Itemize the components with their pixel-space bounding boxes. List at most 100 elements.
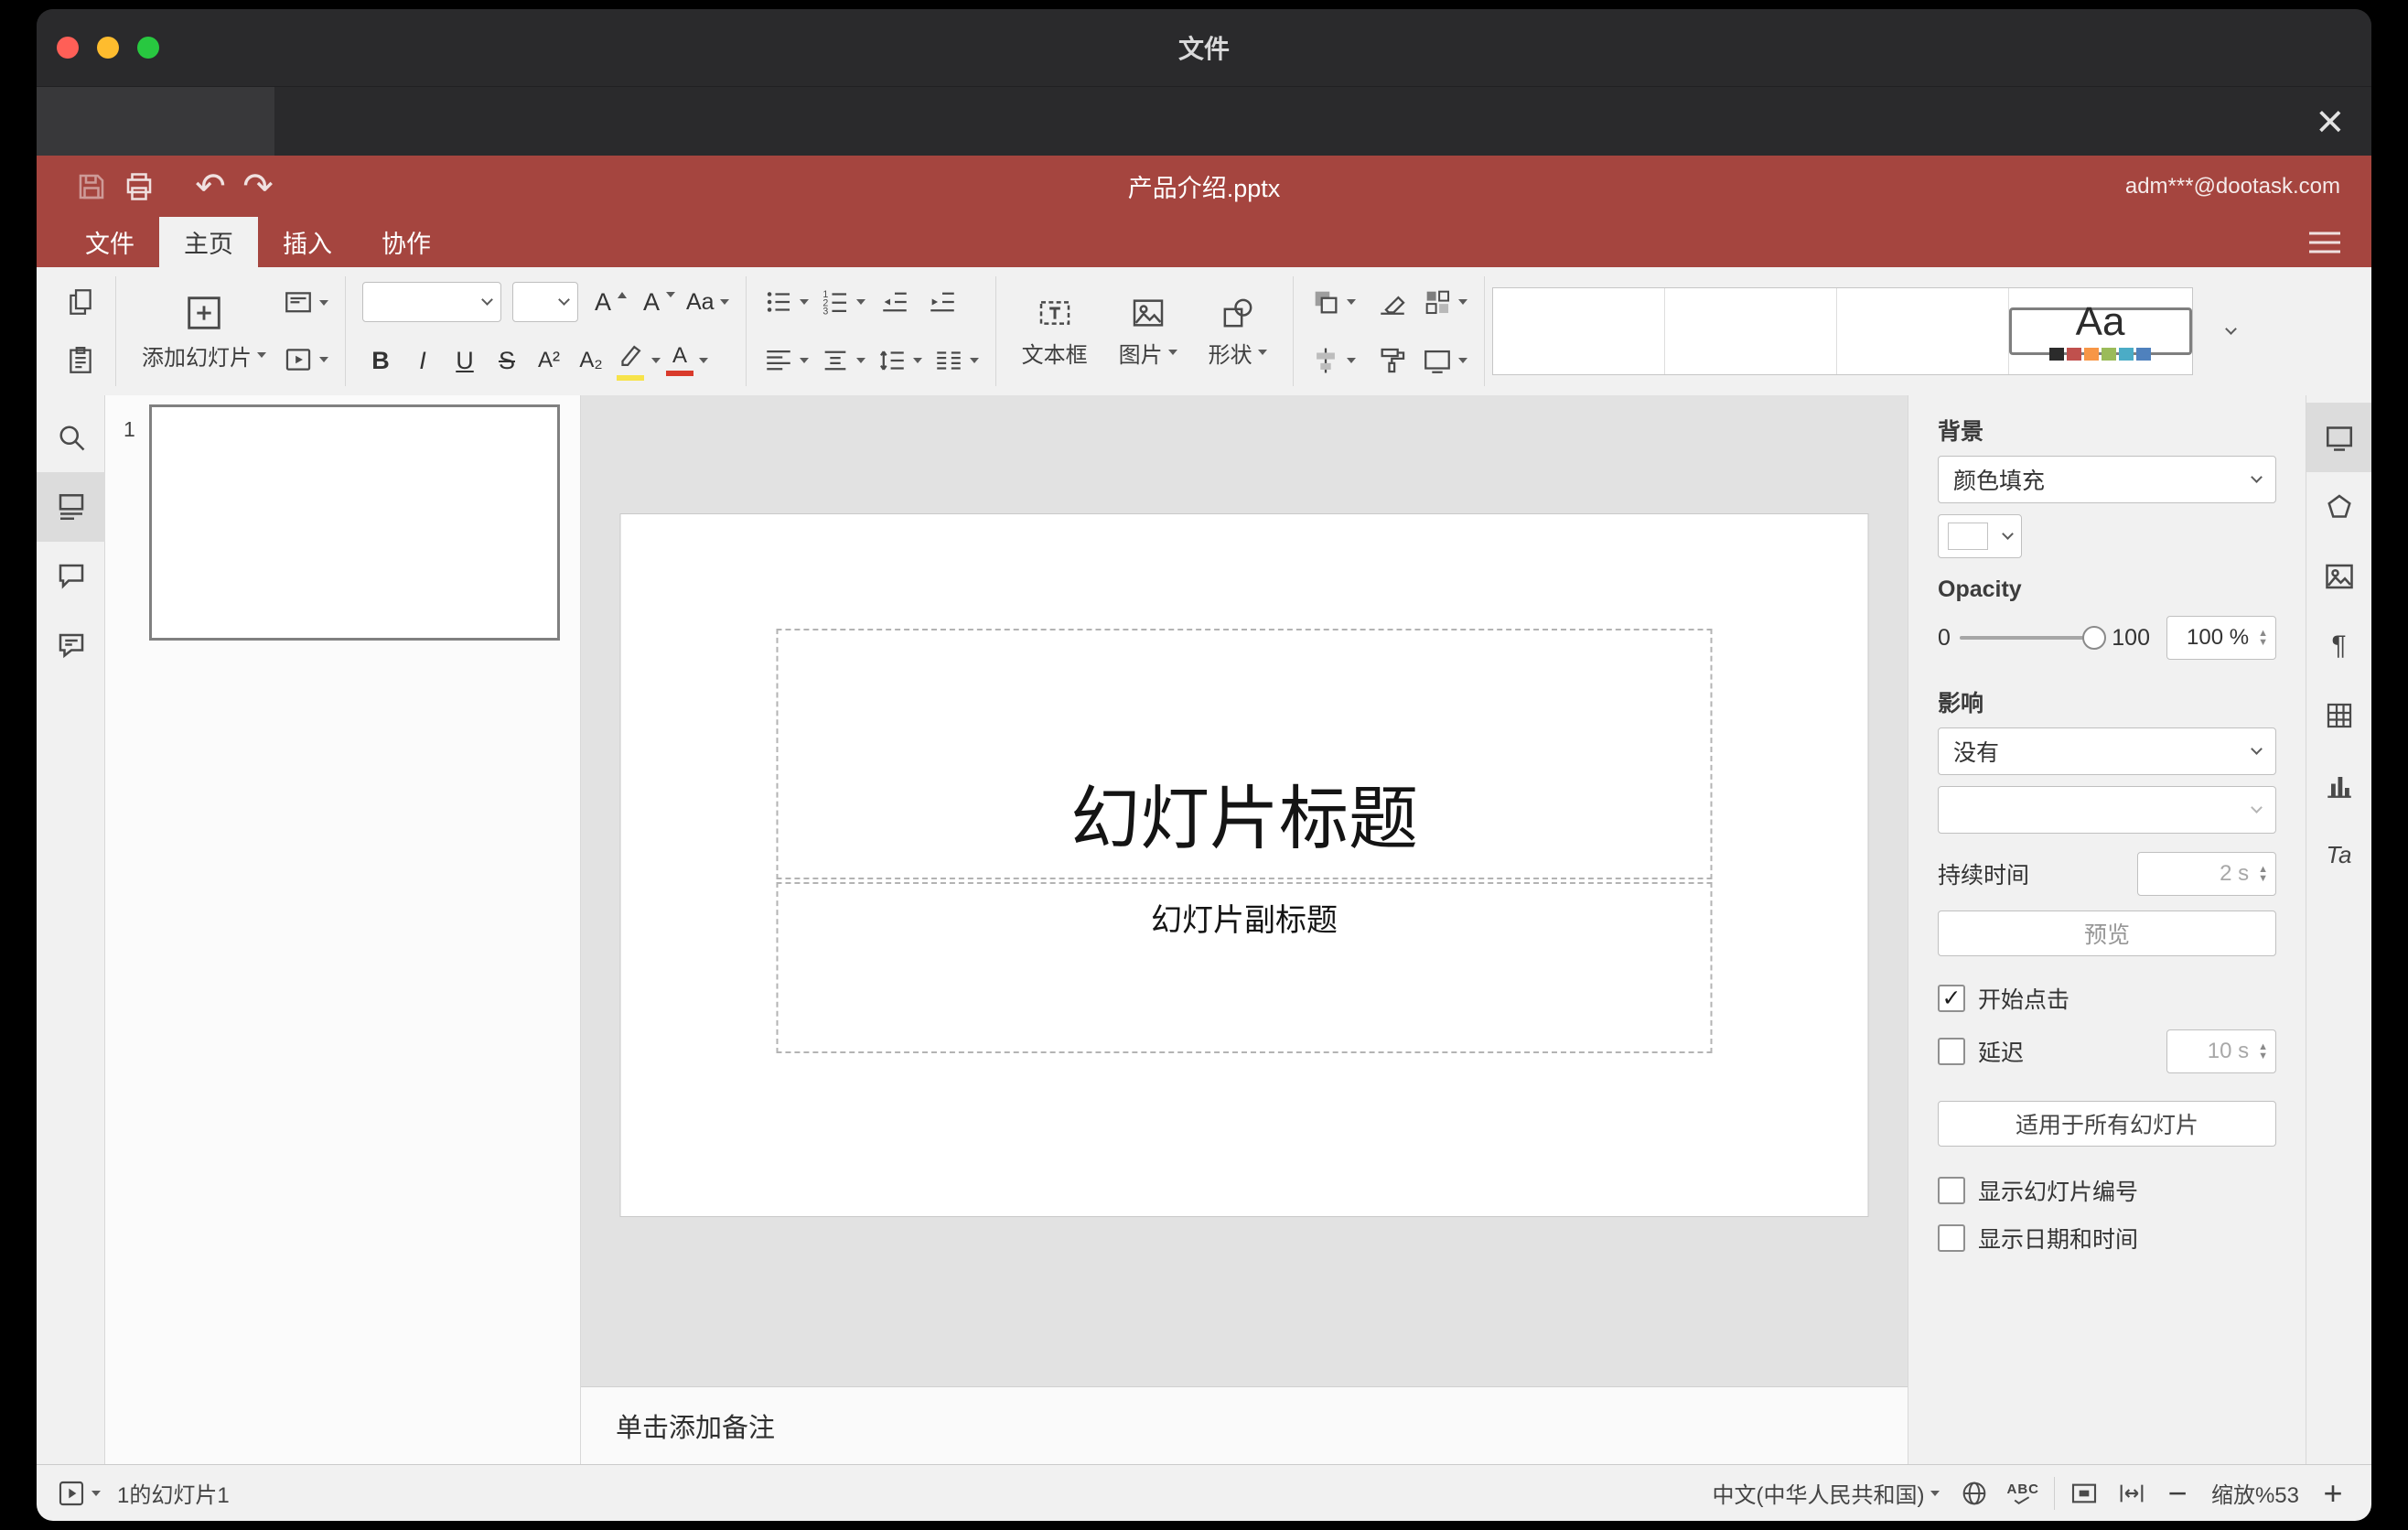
duration-spinner[interactable]: 2 s ▲ ▼ — [2137, 852, 2276, 896]
notes-area[interactable]: 单击添加备注 — [581, 1386, 1908, 1464]
add-slide-button[interactable]: 添加幻灯片 — [133, 292, 275, 372]
copy-style-button[interactable] — [1374, 339, 1411, 382]
paste-button[interactable] — [62, 339, 99, 382]
font-name-select[interactable] — [362, 282, 501, 322]
undo-button[interactable]: ↶ — [187, 163, 234, 210]
menu-button[interactable] — [2309, 232, 2340, 253]
bold-button[interactable]: B — [362, 339, 399, 382]
shape-button[interactable]: 形状 — [1199, 295, 1276, 369]
traffic-minimize-button[interactable] — [97, 37, 119, 59]
sidebar-slides-button[interactable] — [37, 472, 105, 542]
zoom-out-button[interactable]: − — [2159, 1476, 2196, 1510]
image-label: 图片 — [1118, 342, 1163, 368]
align-button[interactable] — [763, 339, 809, 382]
slide-thumbnail[interactable] — [149, 404, 560, 641]
increase-font-button[interactable]: A — [589, 280, 627, 324]
chart-settings-button[interactable] — [2306, 750, 2371, 820]
show-slide-number-label: 显示幻灯片编号 — [1978, 1180, 2139, 1205]
shape-settings-icon — [2327, 494, 2351, 518]
decrease-indent-button[interactable] — [876, 280, 913, 324]
language-select[interactable]: 中文(中华人民共和国) — [1713, 1477, 1940, 1509]
delay-checkbox[interactable] — [1938, 1038, 1965, 1065]
document-language-button[interactable] — [1960, 1479, 1989, 1508]
clear-style-button[interactable] — [1374, 280, 1411, 324]
slide[interactable]: 幻灯片标题 幻灯片副标题 — [620, 514, 1868, 1216]
slide-settings-button[interactable] — [2306, 403, 2371, 472]
arrange-shape-button[interactable] — [1310, 280, 1356, 324]
font-color-button[interactable]: A — [666, 339, 708, 382]
slide-size-button[interactable] — [1422, 339, 1467, 382]
tab-home[interactable]: 主页 — [159, 217, 258, 267]
align-shape-button[interactable] — [1310, 339, 1356, 382]
theme-item[interactable] — [1664, 288, 1837, 374]
shape-settings-button[interactable] — [2306, 472, 2371, 542]
subscript-button[interactable]: A₂ — [573, 339, 609, 382]
theme-item[interactable] — [1492, 288, 1665, 374]
opacity-slider-knob[interactable] — [2082, 626, 2107, 650]
textart-settings-button[interactable]: Ta — [2306, 820, 2371, 889]
opacity-min-label: 0 — [1938, 624, 1951, 651]
line-spacing-button[interactable] — [876, 339, 922, 382]
color-scheme-button[interactable] — [1422, 280, 1467, 324]
vertical-align-button[interactable] — [820, 339, 865, 382]
title-placeholder[interactable]: 幻灯片标题 — [776, 629, 1713, 879]
spellcheck-button[interactable]: ABC — [2007, 1482, 2040, 1504]
theme-item[interactable] — [1836, 288, 2009, 374]
subtitle-placeholder[interactable]: 幻灯片副标题 — [776, 882, 1713, 1053]
italic-button[interactable]: I — [404, 339, 441, 382]
sidebar-comments-button[interactable] — [37, 542, 105, 611]
save-button[interactable] — [68, 163, 115, 210]
fit-slide-button[interactable] — [2069, 1479, 2099, 1508]
spinner-arrows-icon[interactable]: ▲ ▼ — [2258, 629, 2268, 648]
theme-item-selected[interactable]: Aa — [2008, 302, 2192, 361]
slide-layout-button[interactable] — [283, 281, 328, 325]
slide-canvas[interactable]: 幻灯片标题 幻灯片副标题 — [581, 395, 1908, 1386]
image-settings-button[interactable] — [2306, 542, 2371, 611]
traffic-close-button[interactable] — [57, 37, 79, 59]
decrease-font-button[interactable]: A — [638, 280, 675, 324]
close-icon[interactable]: × — [2317, 98, 2344, 145]
change-case-button[interactable]: Aa — [686, 280, 729, 324]
columns-button[interactable] — [933, 339, 979, 382]
delay-spinner[interactable]: 10 s ▲ ▼ — [2166, 1029, 2276, 1073]
effect-select[interactable]: 没有 — [1938, 727, 2276, 775]
strikethrough-button[interactable]: S — [489, 339, 525, 382]
tab-file[interactable]: 文件 — [60, 217, 159, 267]
apply-all-button[interactable]: 适用于所有幻灯片 — [1938, 1101, 2276, 1147]
start-slideshow-button[interactable] — [283, 338, 328, 382]
underline-button[interactable]: U — [446, 339, 483, 382]
textbox-button[interactable]: 文本框 — [1013, 295, 1097, 369]
image-button[interactable]: 图片 — [1110, 295, 1187, 369]
show-date-time-checkbox[interactable] — [1938, 1224, 1965, 1252]
effect-option-select[interactable] — [1938, 786, 2276, 834]
bullets-button[interactable] — [763, 280, 809, 324]
preview-button[interactable]: 预览 — [1938, 910, 2276, 956]
paragraph-settings-button[interactable]: ¶ — [2306, 611, 2371, 681]
redo-button[interactable]: ↷ — [234, 163, 282, 210]
print-button[interactable] — [115, 163, 163, 210]
start-on-click-checkbox[interactable]: ✓ — [1938, 985, 1965, 1012]
superscript-button[interactable]: A² — [531, 339, 567, 382]
show-slide-number-checkbox[interactable] — [1938, 1177, 1965, 1204]
slide-thumbnail-number: 1 — [124, 417, 135, 441]
traffic-zoom-button[interactable] — [137, 37, 159, 59]
opacity-spinner[interactable]: 100 % ▲ ▼ — [2166, 616, 2276, 660]
copy-button[interactable] — [62, 280, 99, 324]
numbering-button[interactable]: 123 — [820, 280, 865, 324]
fill-color-select[interactable] — [1938, 514, 2022, 558]
sidebar-search-button[interactable] — [37, 403, 105, 472]
tab-insert[interactable]: 插入 — [258, 217, 357, 267]
highlight-color-button[interactable] — [615, 339, 661, 382]
increase-indent-button[interactable] — [924, 280, 961, 324]
sidebar-feedback-button[interactable] — [37, 611, 105, 681]
tab-collaboration[interactable]: 协作 — [357, 217, 456, 267]
start-slideshow-status-button[interactable] — [57, 1479, 101, 1508]
table-settings-button[interactable] — [2306, 681, 2371, 750]
theme-gallery-more-button[interactable] — [2202, 287, 2253, 375]
zoom-in-button[interactable]: + — [2315, 1476, 2351, 1510]
opacity-slider[interactable] — [1959, 626, 2107, 650]
decrease-font-icon — [666, 292, 675, 297]
fit-width-button[interactable] — [2117, 1479, 2146, 1508]
fill-type-select[interactable]: 颜色填充 — [1938, 456, 2276, 503]
font-size-select[interactable] — [512, 282, 578, 322]
